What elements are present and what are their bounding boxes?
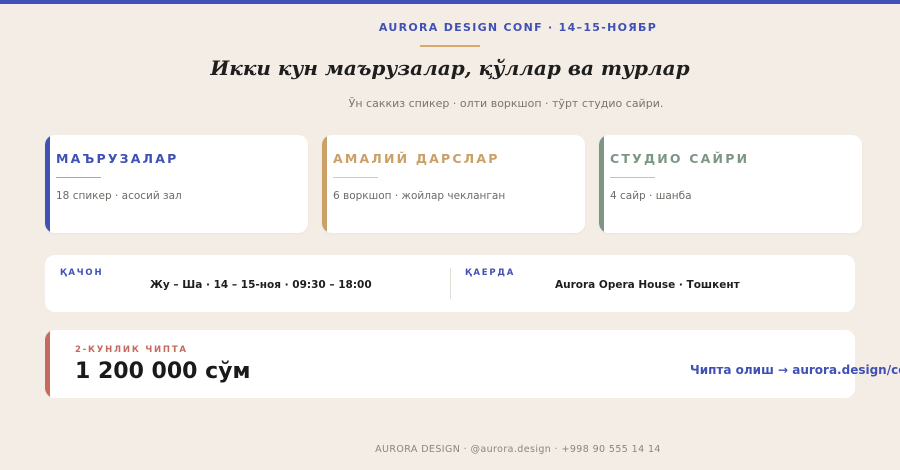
track-card-accent [599, 135, 604, 233]
track-card-desc: 6 воркшоп · жойлар чекланган [333, 190, 506, 202]
ticket-label: 2-КУНЛИК ЧИПТА [75, 345, 188, 355]
header-divider [420, 45, 480, 47]
top-accent-bar [0, 0, 900, 4]
footer-contacts: AURORA DESIGN · @aurora.design · +998 90… [375, 444, 661, 455]
track-card-accent [322, 135, 327, 233]
track-card-accent [45, 135, 50, 233]
track-card-workshops[interactable]: АМАЛИЙ ДАРСЛАР 6 воркшоп · жойлар чеклан… [322, 135, 585, 233]
track-card-studio-tours[interactable]: СТУДИО САЙРИ 4 сайр · шанба [599, 135, 862, 233]
ticket-price: 1 200 000 сўм [75, 359, 251, 384]
event-eyebrow: AURORA DESIGN CONF · 14–15-НОЯБР [378, 21, 658, 34]
track-card-rule [56, 177, 101, 178]
track-card-desc: 4 сайр · шанба [610, 190, 692, 202]
event-info-bar: ҚАЧОН Жу – Ша · 14 – 15-ноя · 09:30 – 18… [45, 255, 855, 312]
when-value: Жу – Ша · 14 – 15-ноя · 09:30 – 18:00 [150, 279, 372, 291]
track-card-desc: 18 спикер · асосий зал [56, 190, 182, 202]
track-card-rule [610, 177, 655, 178]
page-subtitle: Ўн саккиз спикер · олти воркшоп · тўрт с… [348, 97, 664, 110]
track-card-talks[interactable]: МАЪРУЗАЛАР 18 спикер · асосий зал [45, 135, 308, 233]
where-value: Aurora Opera House · Тошкент [555, 279, 740, 291]
page-title: Икки кун маърузалар, қўллар ва турлар [210, 56, 690, 80]
when-label: ҚАЧОН [60, 268, 104, 278]
ticket-accent [45, 330, 50, 398]
track-card-rule [333, 177, 378, 178]
track-card-title: СТУДИО САЙРИ [610, 151, 750, 166]
track-card-title: АМАЛИЙ ДАРСЛАР [333, 151, 500, 166]
buy-ticket-link[interactable]: Чипта олиш → aurora.design/conf [690, 363, 900, 377]
where-label: ҚАЕРДА [465, 268, 516, 278]
info-divider [450, 268, 451, 299]
track-card-title: МАЪРУЗАЛАР [56, 151, 179, 166]
